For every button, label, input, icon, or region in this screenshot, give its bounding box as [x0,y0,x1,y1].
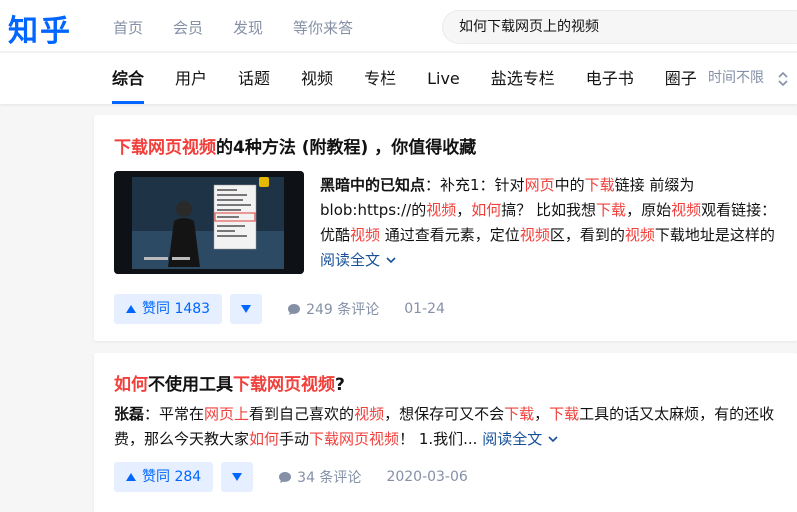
text-fragment: ：平常在 [144,405,205,423]
highlight-keyword: 下载 [584,176,615,194]
highlight-keyword: 视频 [519,226,550,244]
result-title[interactable]: 如何不使用工具下载网页视频? [114,373,345,397]
text-fragment: 通过查看元素，定位 [380,226,520,244]
text-fragment: 手动 [279,430,310,448]
result-title[interactable]: 下载网页视频的4种方法 (附教程) ，你值得收藏 [114,136,476,160]
read-more-label[interactable]: 阅读全文 [320,251,380,269]
tab-circles[interactable]: 圈子 [665,53,697,104]
highlight-keyword: 如何 [114,375,148,395]
comments-count: 34 条评论 [297,470,362,486]
highlight-keyword: 视频 [350,226,381,244]
text-fragment: 看到自己喜欢的 [249,405,355,423]
text-fragment: 搞？ 比如我想 [501,201,597,219]
zhihu-logo[interactable]: 知乎 [8,6,72,50]
text-fragment: 下载地址是这样的 [654,226,775,244]
triangle-down-icon [241,305,252,313]
video-thumbnail[interactable] [114,171,304,274]
nav-item-waiting-answer[interactable]: 等你来答 [293,17,353,38]
triangle-up-icon [126,473,136,481]
comments-button[interactable]: 249 条评论 [287,299,379,319]
updown-chevron-icon[interactable] [777,70,789,88]
highlight-keyword: 下载网页视频 [309,430,400,448]
read-more-link[interactable]: 阅读全文 [320,251,397,269]
tab-comprehensive[interactable]: 综合 [112,53,145,104]
text-fragment: 的4种方法 (附教程) ，你值得收藏 [216,138,477,158]
text-fragment: ，原始 [626,201,672,219]
text-fragment: ， [534,405,550,423]
result-excerpt: 张磊：平常在网页上看到自己喜欢的视频，想保存可又不会下载，下载工具的话又太麻烦，… [114,402,779,452]
highlight-keyword: 视频 [426,201,457,219]
tab-ebooks[interactable]: 电子书 [586,53,634,104]
main-nav: 首页 会员 发现 等你来答 [113,17,353,38]
upvote-button[interactable]: 赞同 284 [114,462,214,492]
highlight-keyword: 网页上 [204,405,250,423]
highlight-keyword: 如何 [249,430,280,448]
text-fragment: 区，看到的 [549,226,625,244]
nav-item-discover[interactable]: 发现 [233,17,263,38]
highlight-keyword: 视频 [354,405,385,423]
time-filter-select[interactable]: 时间不限 [708,53,764,104]
text-fragment: ，想保存可又不会 [384,405,505,423]
top-header: 知乎 首页 会员 发现 等你来答 如何下载网页上的视频 [0,0,797,52]
downvote-button[interactable] [230,294,263,324]
search-input[interactable]: 如何下载网页上的视频 [442,10,797,44]
read-more-label[interactable]: 阅读全文 [482,430,542,448]
post-date: 2020-03-06 [386,469,468,485]
search-result-card: 如何不使用工具下载网页视频? 张磊：平常在网页上看到自己喜欢的视频，想保存可又不… [94,353,797,512]
author-name[interactable]: 张磊 [114,405,144,423]
tab-salt-columns[interactable]: 盐选专栏 [491,53,555,104]
tab-topics[interactable]: 话题 [238,53,270,104]
result-excerpt: 黑暗中的已知点：补充1：针对网页中的下载链接 前缀为blob:https://的… [320,173,780,273]
triangle-down-icon [232,473,243,481]
highlight-keyword: 网页 [524,176,555,194]
highlight-keyword: 如何 [471,201,502,219]
read-more-link[interactable]: 阅读全文 [482,430,559,448]
nav-item-home[interactable]: 首页 [113,17,143,38]
comments-count: 249 条评论 [306,302,380,318]
triangle-up-icon [126,305,136,313]
comment-icon [279,471,292,483]
chevron-down-icon [386,257,396,264]
highlight-keyword: 下载网页视频 [114,138,216,158]
result-actions: 赞同 284 34 条评论 2020-03-06 [114,462,468,492]
highlight-keyword: 下载 [596,201,627,219]
highlight-keyword: 下载网页视频 [233,375,335,395]
upvote-label: 赞同 1483 [142,301,211,317]
text-fragment: 中的 [554,176,585,194]
tab-videos[interactable]: 视频 [301,53,333,104]
search-type-tabs: 综合 用户 话题 视频 专栏 Live 盐选专栏 电子书 圈子 时间不限 [0,53,797,104]
author-name[interactable]: 黑暗中的已知点 [320,176,425,194]
comment-icon [288,303,301,315]
nav-item-member[interactable]: 会员 [173,17,203,38]
tab-columns[interactable]: 专栏 [364,53,396,104]
highlight-keyword: 下载 [504,405,535,423]
highlight-keyword: 视频 [671,201,702,219]
downvote-button[interactable] [221,462,254,492]
text-fragment: ， [456,201,472,219]
comments-button[interactable]: 34 条评论 [278,467,361,487]
text-fragment: 不使用工具 [148,375,233,395]
chevron-down-icon [548,436,558,443]
text-fragment: ：补充1：针对 [425,176,525,194]
highlight-keyword: 下载 [549,405,580,423]
upvote-label: 赞同 284 [142,469,202,485]
highlight-keyword: 视频 [624,226,655,244]
search-result-card: 下载网页视频的4种方法 (附教程) ，你值得收藏 黑暗中的已知点：补充1：针对网… [94,115,797,341]
tab-users[interactable]: 用户 [175,53,207,104]
text-fragment: ? [335,375,345,395]
tab-live[interactable]: Live [427,53,460,104]
upvote-button[interactable]: 赞同 1483 [114,294,223,324]
excerpt-text: ：平常在网页上看到自己喜欢的视频，想保存可又不会下载，下载工具的话又太麻烦，有的… [114,405,774,448]
text-fragment: ！ 1.我们... [399,430,483,448]
result-actions: 赞同 1483 249 条评论 01-24 [114,294,445,324]
post-date: 01-24 [404,301,445,317]
